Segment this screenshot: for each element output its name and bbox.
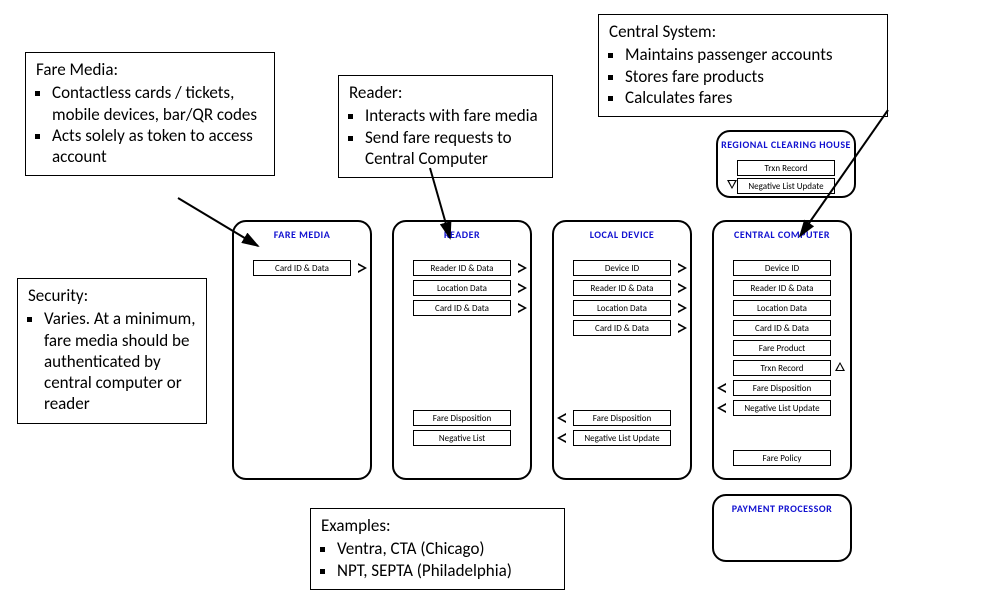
slot-card-id-data: Card ID & Data <box>733 320 831 336</box>
slot-reader-id-data: Reader ID & Data <box>413 260 511 276</box>
slot-negative-list-update: Negative List Update <box>733 400 831 416</box>
slot-negative-list-update: Negative List Update <box>737 178 835 194</box>
module-title: PAYMENT PROCESSOR <box>714 502 850 515</box>
callout-item: Send fare requests to Central Computer <box>365 127 542 170</box>
arrow-right-icon <box>678 303 687 313</box>
callout-title: Reader: <box>349 82 542 103</box>
module-payment-processor: PAYMENT PROCESSOR <box>712 494 852 562</box>
arrow-down-icon <box>727 180 737 189</box>
arrow-right-icon <box>678 323 687 333</box>
slot-device-id: Device ID <box>573 260 671 276</box>
arrow-right-icon <box>358 263 367 273</box>
callout-item: Calculates fares <box>625 87 877 108</box>
arrow-left-icon <box>557 413 566 423</box>
module-local-device: LOCAL DEVICE Device ID Reader ID & Data … <box>552 220 692 480</box>
arrow-right-icon <box>678 263 687 273</box>
slot-reader-id-data: Reader ID & Data <box>573 280 671 296</box>
callout-examples: Examples: Ventra, CTA (Chicago) NPT, SEP… <box>310 508 565 590</box>
arrow-left-icon <box>717 403 726 413</box>
slot-fare-disposition: Fare Disposition <box>413 410 511 426</box>
callout-reader: Reader: Interacts with fare media Send f… <box>338 75 553 178</box>
slot-location-data: Location Data <box>413 280 511 296</box>
callout-item: Varies. At a minimum, fare media should … <box>44 308 196 414</box>
module-title: CENTRAL COMPUTER <box>714 228 850 241</box>
slot-device-id: Device ID <box>733 260 831 276</box>
callout-item: Contactless cards / tickets, mobile devi… <box>52 82 264 125</box>
slot-fare-disposition: Fare Disposition <box>573 410 671 426</box>
arrow-up-icon <box>835 362 845 371</box>
callout-item: Maintains passenger accounts <box>625 44 877 65</box>
callout-title: Examples: <box>321 515 554 536</box>
arrow-right-icon <box>518 283 527 293</box>
arrow-right-icon <box>678 283 687 293</box>
slot-reader-id-data: Reader ID & Data <box>733 280 831 296</box>
arrow-left-icon <box>557 433 566 443</box>
callout-title: Central System: <box>609 21 877 42</box>
slot-card-id-data: Card ID & Data <box>573 320 671 336</box>
slot-negative-list: Negative List <box>413 430 511 446</box>
slot-fare-disposition: Fare Disposition <box>733 380 831 396</box>
arrow-right-icon <box>518 303 527 313</box>
callout-item: Acts solely as token to access account <box>52 125 264 168</box>
arrow-right-icon <box>518 263 527 273</box>
module-title: FARE MEDIA <box>234 228 370 241</box>
callout-item: Stores fare products <box>625 66 877 87</box>
slot-trxn-record: Trxn Record <box>733 360 831 376</box>
slot-location-data: Location Data <box>573 300 671 316</box>
module-title: READER <box>394 228 530 241</box>
slot-card-id-data: Card ID & Data <box>413 300 511 316</box>
module-fare-media: FARE MEDIA Card ID & Data <box>232 220 372 480</box>
callout-fare-media: Fare Media: Contactless cards / tickets,… <box>25 52 275 176</box>
callout-item: Interacts with fare media <box>365 105 542 126</box>
callout-title: Fare Media: <box>36 59 264 80</box>
arrow-left-icon <box>717 383 726 393</box>
module-central-computer: CENTRAL COMPUTER Device ID Reader ID & D… <box>712 220 852 480</box>
slot-fare-policy: Fare Policy <box>733 450 831 466</box>
module-reader: READER Reader ID & Data Location Data Ca… <box>392 220 532 480</box>
callout-central-system: Central System: Maintains passenger acco… <box>598 14 888 117</box>
module-regional-clearing-house: REGIONAL CLEARING HOUSE Trxn Record Nega… <box>716 130 856 198</box>
slot-card-id-data: Card ID & Data <box>253 260 351 276</box>
module-title: LOCAL DEVICE <box>554 228 690 241</box>
slot-fare-product: Fare Product <box>733 340 831 356</box>
callout-title: Security: <box>28 285 196 306</box>
slot-location-data: Location Data <box>733 300 831 316</box>
callout-item: NPT, SEPTA (Philadelphia) <box>337 560 554 581</box>
callout-security: Security: Varies. At a minimum, fare med… <box>17 278 207 424</box>
callout-item: Ventra, CTA (Chicago) <box>337 538 554 559</box>
slot-negative-list-update: Negative List Update <box>573 430 671 446</box>
slot-trxn-record: Trxn Record <box>737 160 835 176</box>
module-title: REGIONAL CLEARING HOUSE <box>718 138 854 151</box>
